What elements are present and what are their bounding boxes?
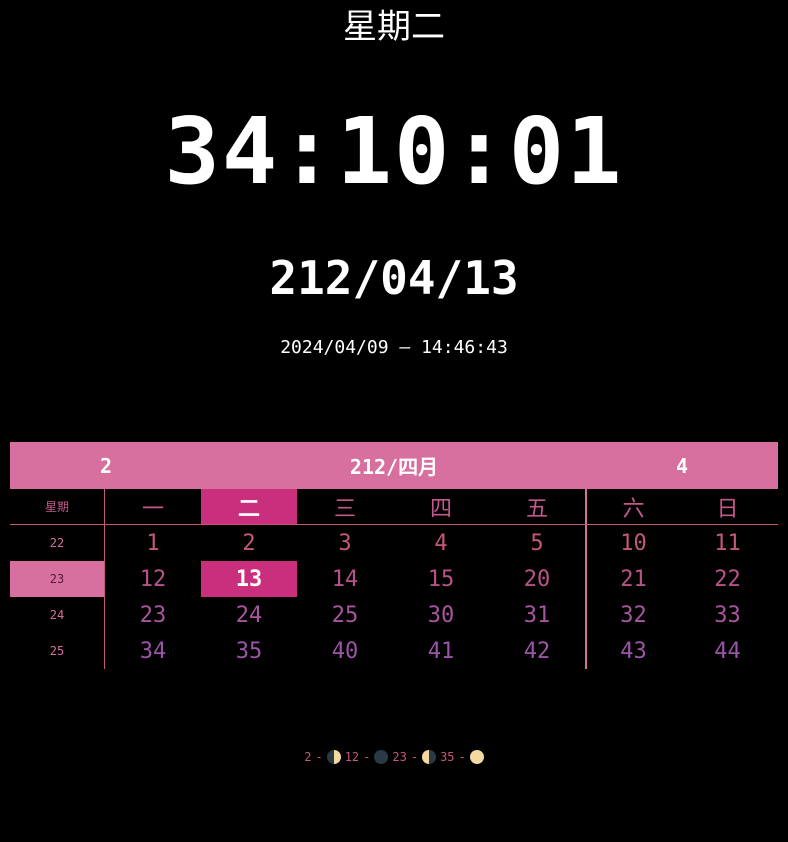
dow-sat: 六 [585,489,680,524]
moon-phase-strip: 2- 12- 23- 35- [0,750,788,764]
moon-day: 35 [440,750,455,764]
calendar: 2 212/四月 4 星期 一 二 三 四 五 六 日 22 1 2 3 4 5 10 11 2… [10,442,778,669]
calendar-day[interactable]: 44 [680,633,775,669]
dow-thu: 四 [429,496,452,522]
calendar-day[interactable]: 30 [393,597,489,633]
weekday-header-row: 星期 一 二 三 四 五 六 日 [10,489,778,525]
calendar-day[interactable]: 3 [297,525,393,561]
moon-day: 12 [344,750,360,764]
week-number: 23 [10,561,105,597]
dow-sun: 日 [716,496,739,522]
gregorian-datetime: 2024/04/09 — 14:46:43 [280,337,508,358]
calendar-day[interactable]: 20 [489,561,585,597]
calendar-day[interactable]: 2 [201,525,297,561]
calendar-grid: 星期 一 二 三 四 五 六 日 22 1 2 3 4 5 10 11 23 12 13 14 15 20… [10,489,778,669]
calendar-day[interactable]: 23 [105,597,201,633]
weekday-label: 星期二 [343,7,445,47]
calendar-day-today[interactable]: 13 [201,561,297,597]
calendar-day[interactable]: 32 [585,597,680,633]
next-month-button[interactable]: 4 [586,454,778,478]
calendar-header: 2 212/四月 4 [10,442,778,489]
calendar-day[interactable]: 1 [105,525,201,561]
dow-wed: 三 [333,496,356,522]
calendar-day[interactable]: 41 [393,633,489,669]
calendar-day[interactable]: 15 [393,561,489,597]
calendar-week-row: 23 12 13 14 15 20 21 22 [10,561,778,597]
clock-display: 34:10:01 [164,98,624,205]
alt-date-display: 212/04/13 [269,251,519,305]
prev-month-button[interactable]: 2 [10,454,202,478]
calendar-day[interactable]: 25 [297,597,393,633]
calendar-day[interactable]: 11 [680,525,775,561]
first-quarter-moon-icon [326,750,341,764]
week-number: 25 [10,633,105,669]
calendar-day[interactable]: 33 [680,597,775,633]
calendar-day[interactable]: 34 [105,633,201,669]
calendar-day[interactable]: 21 [585,561,680,597]
week-column-label: 星期 [10,489,105,524]
calendar-week-row: 25 34 35 40 41 42 43 44 [10,633,778,669]
dow-tue: 二 [201,489,297,524]
calendar-day[interactable]: 40 [297,633,393,669]
moon-day: 23 [392,750,407,764]
last-quarter-moon-icon [422,750,437,764]
calendar-day[interactable]: 10 [585,525,680,561]
calendar-day[interactable]: 5 [489,525,585,561]
calendar-day[interactable]: 24 [201,597,297,633]
calendar-day[interactable]: 42 [489,633,585,669]
calendar-day[interactable]: 14 [297,561,393,597]
calendar-title: 212/四月 [349,455,439,479]
calendar-day[interactable]: 31 [489,597,585,633]
moon-day: 2 [304,750,312,764]
calendar-day[interactable]: 43 [585,633,680,669]
new-moon-icon [374,750,389,764]
dow-mon: 一 [141,496,164,522]
calendar-day[interactable]: 22 [680,561,775,597]
calendar-week-row: 24 23 24 25 30 31 32 33 [10,597,778,633]
dow-fri: 五 [525,496,548,522]
calendar-day[interactable]: 4 [393,525,489,561]
week-number: 22 [10,525,105,561]
calendar-day[interactable]: 12 [105,561,201,597]
calendar-day[interactable]: 35 [201,633,297,669]
full-moon-icon [469,750,484,764]
week-number: 24 [10,597,105,633]
calendar-week-row: 22 1 2 3 4 5 10 11 [10,525,778,561]
